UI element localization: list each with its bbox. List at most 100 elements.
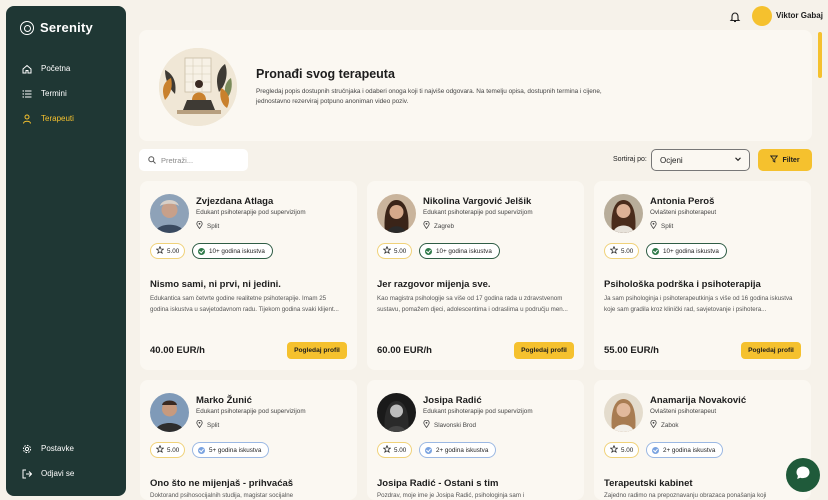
therapist-name: Nikolina Vargović Jelšik: [423, 196, 532, 207]
therapist-card[interactable]: Zvjezdana Atlaga Edukant psihoterapije p…: [140, 181, 357, 370]
card-description: Edukantica sam četvrte godine realitetne…: [150, 295, 339, 313]
rating-badge: 5.00: [150, 442, 186, 458]
bell-icon[interactable]: [729, 10, 741, 23]
therapist-name: Marko Žunić: [196, 395, 252, 406]
therapist-location: Split: [196, 419, 220, 430]
avatar: [377, 194, 416, 233]
star-icon: [609, 245, 619, 256]
logo-icon: [20, 20, 34, 35]
therapist-location: Split: [196, 220, 220, 231]
search-icon: [148, 151, 156, 169]
hero-banner: Pronađi svog terapeuta Pregledaj popis d…: [139, 30, 812, 141]
hero-illustration: [159, 48, 237, 126]
experience-badge: 2+ godina iskustva: [419, 442, 497, 458]
sidebar-item-label: Termini: [41, 89, 67, 98]
star-icon: [382, 444, 392, 455]
therapist-card[interactable]: Antonia Peroš Ovlašteni psihoterapeut Sp…: [594, 181, 811, 370]
location-text: Split: [207, 222, 220, 230]
card-description: Doktorand psihosocijalnih studija, magis…: [150, 492, 294, 499]
check-icon: [652, 446, 659, 454]
search-input[interactable]: [161, 155, 241, 165]
chat-button[interactable]: [786, 458, 820, 492]
user-name[interactable]: Viktor Gabaj: [776, 11, 823, 20]
gear-icon: [22, 444, 32, 454]
rating-value: 5.00: [394, 247, 407, 255]
chat-bubble-icon: [795, 465, 811, 486]
app-name: Serenity: [40, 20, 93, 35]
therapist-card[interactable]: Nikolina Vargović Jelšik Edukant psihote…: [367, 181, 584, 370]
card-description: Pozdrav, moje ime je Josipa Radić, psiho…: [377, 492, 525, 499]
rating-badge: 5.00: [604, 243, 640, 259]
therapist-location: Slavonski Brod: [423, 419, 476, 430]
sidebar-item-label: Terapeuti: [41, 114, 74, 123]
check-icon: [198, 446, 205, 454]
brand[interactable]: Serenity: [20, 20, 93, 35]
user-avatar[interactable]: [752, 6, 772, 26]
avatar: [150, 194, 189, 233]
therapist-card[interactable]: Marko Žunić Edukant psihoterapije pod su…: [140, 380, 357, 500]
experience-badge: 10+ godina iskustva: [646, 243, 727, 259]
rating-value: 5.00: [621, 446, 634, 454]
therapist-role: Edukant psihoterapije pod supervizijom: [196, 209, 306, 216]
avatar: [150, 393, 189, 432]
sidebar-bottom: Postavke Odjavi se: [6, 436, 126, 486]
hero-description: Pregledaj popis dostupnih stručnjaka i o…: [256, 88, 602, 105]
sidebar-item-odjava[interactable]: Odjavi se: [6, 461, 126, 486]
sort-select[interactable]: Ocjeni: [651, 149, 750, 171]
logout-icon: [22, 469, 32, 479]
sidebar-item-postavke[interactable]: Postavke: [6, 436, 126, 461]
sidebar-item-label: Početna: [41, 64, 71, 73]
experience-badge: 10+ godina iskustva: [419, 243, 500, 259]
therapist-role: Edukant psihoterapije pod supervizijom: [196, 408, 306, 415]
view-profile-button[interactable]: Pogledaj profil: [514, 342, 574, 359]
therapist-location: Zagreb: [423, 220, 454, 231]
therapist-name: Zvjezdana Atlaga: [196, 196, 274, 207]
chevron-down-icon: [734, 155, 742, 165]
therapist-role: Edukant psihoterapije pod supervizijom: [423, 408, 533, 415]
card-title: Ono što ne mijenjaš - prihvaćaš: [150, 478, 294, 489]
therapist-location: Split: [650, 220, 674, 231]
search-box[interactable]: [139, 149, 248, 171]
location-pin-icon: [196, 220, 203, 231]
experience-text: 5+ godina iskustva: [209, 446, 262, 454]
sidebar-item-termini[interactable]: Termini: [6, 81, 126, 106]
experience-text: 10+ godina iskustva: [663, 247, 719, 255]
sidebar-item-pocetna[interactable]: Početna: [6, 56, 126, 81]
location-text: Zabok: [661, 421, 679, 429]
rating-badge: 5.00: [377, 243, 413, 259]
sidebar-nav: Početna Termini Terapeuti: [6, 56, 126, 131]
rating-badge: 5.00: [150, 243, 186, 259]
sidebar-item-label: Postavke: [41, 444, 74, 453]
experience-text: 10+ godina iskustva: [436, 247, 492, 255]
check-icon: [425, 247, 432, 255]
scrollbar-track[interactable]: [817, 30, 823, 496]
therapist-card[interactable]: Anamarija Novaković Ovlašteni psihoterap…: [594, 380, 811, 500]
filter-button-label: Filter: [782, 156, 800, 164]
list-icon: [22, 89, 32, 99]
therapist-card[interactable]: Josipa Radić Edukant psihoterapije pod s…: [367, 380, 584, 500]
rating-value: 5.00: [394, 446, 407, 454]
location-text: Split: [207, 421, 220, 429]
location-pin-icon: [423, 220, 430, 231]
experience-text: 2+ godina iskustva: [663, 446, 716, 454]
check-icon: [652, 247, 659, 255]
sidebar-item-label: Odjavi se: [41, 469, 75, 478]
view-profile-button[interactable]: Pogledaj profil: [287, 342, 347, 359]
location-pin-icon: [196, 419, 203, 430]
filter-button[interactable]: Filter: [758, 149, 812, 171]
rating-value: 5.00: [621, 247, 634, 255]
avatar: [604, 194, 643, 233]
experience-badge: 10+ godina iskustva: [192, 243, 273, 259]
card-title: Josipa Radić - Ostani s tim: [377, 478, 499, 489]
star-icon: [382, 245, 392, 256]
avatar: [604, 393, 643, 432]
location-text: Split: [661, 222, 674, 230]
scrollbar-thumb[interactable]: [818, 32, 822, 78]
sidebar-item-terapeuti[interactable]: Terapeuti: [6, 106, 126, 131]
avatar: [377, 393, 416, 432]
view-profile-button[interactable]: Pogledaj profil: [741, 342, 801, 359]
card-price: 40.00 EUR/h: [150, 345, 205, 356]
card-description: Zajedno radimo na prepoznavanju obrazaca…: [604, 492, 767, 499]
card-title: Psihološka podrška i psihoterapija: [604, 279, 761, 290]
therapist-location: Zabok: [650, 419, 679, 430]
